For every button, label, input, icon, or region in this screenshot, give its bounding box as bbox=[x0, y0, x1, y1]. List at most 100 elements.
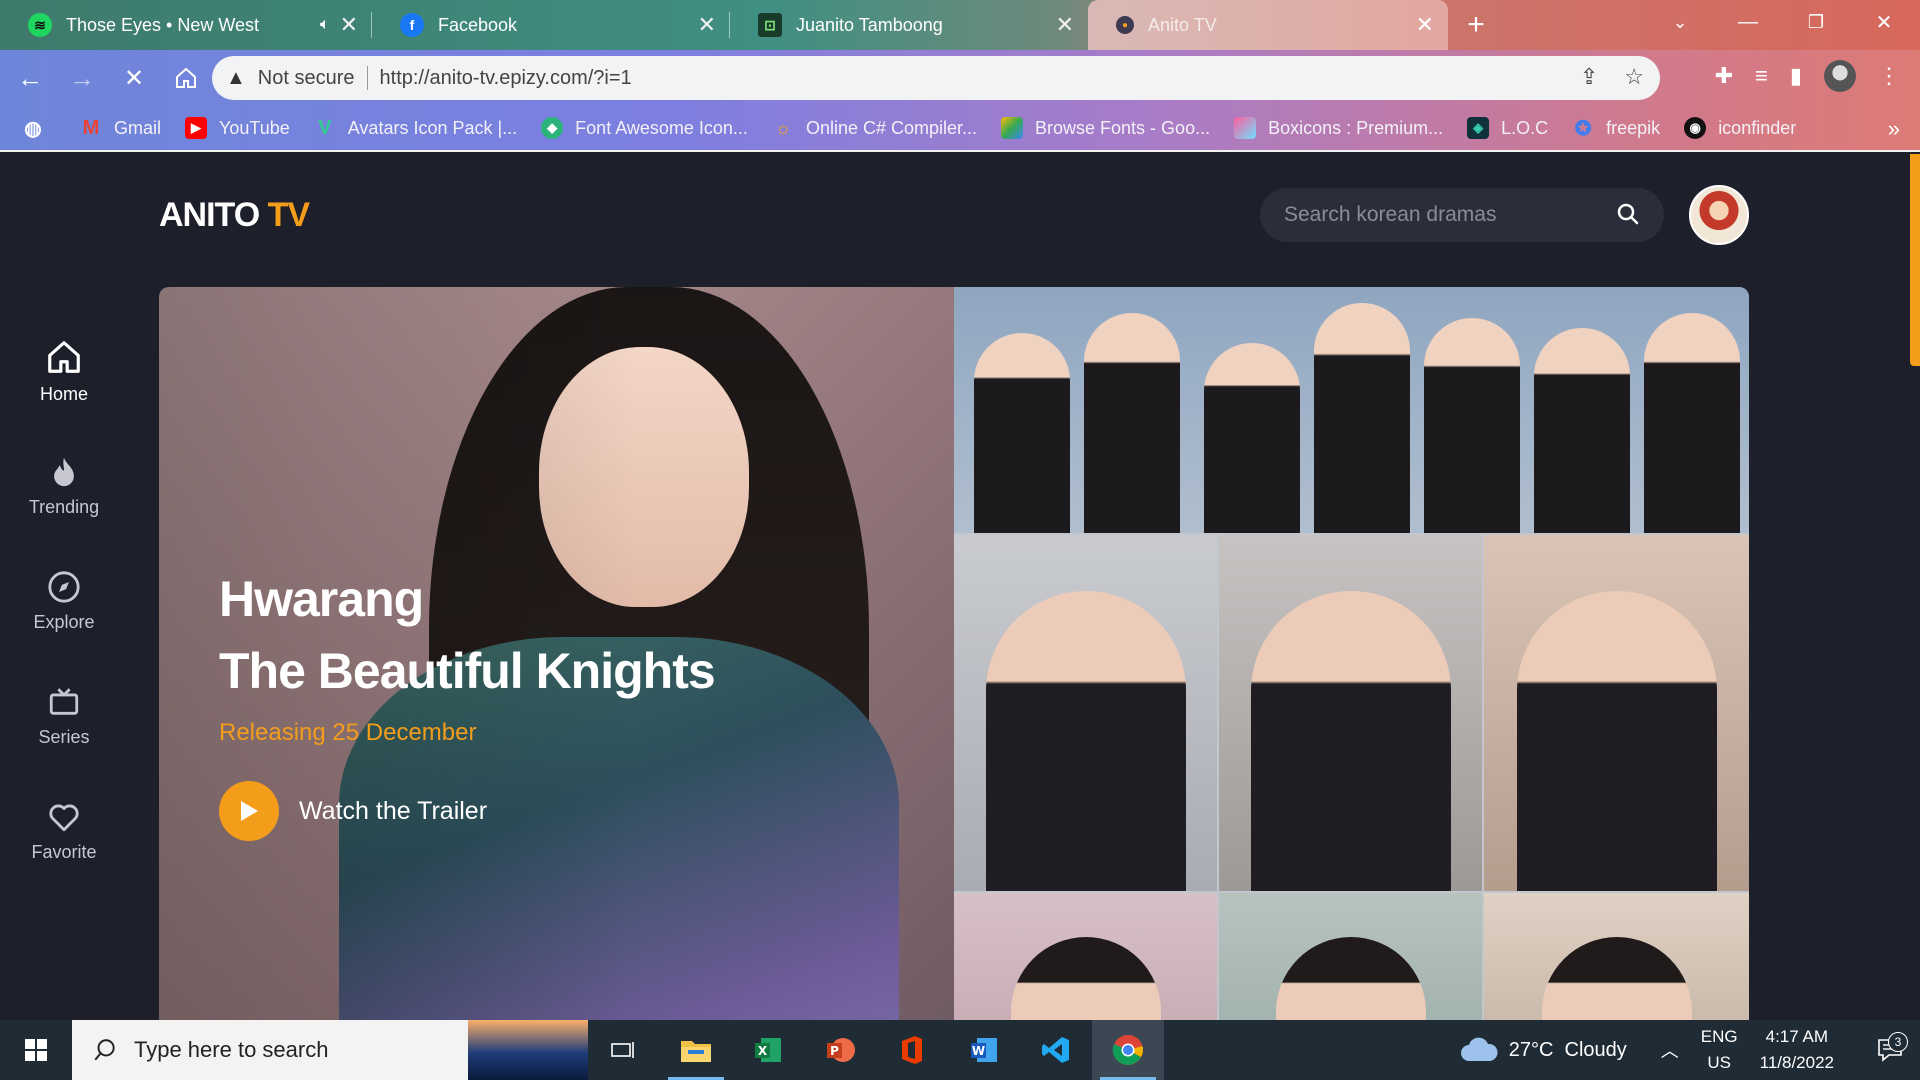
release-date: Releasing 25 December bbox=[219, 719, 477, 746]
address-bar[interactable]: ▲ Not secure http://anito-tv.epizy.com/?… bbox=[212, 56, 1660, 100]
start-button[interactable] bbox=[0, 1020, 72, 1080]
clock-time: 4:17 AM bbox=[1765, 1027, 1828, 1046]
youtube-icon: ▶ bbox=[185, 117, 208, 139]
clock[interactable]: 4:17 AM 11/8/2022 bbox=[1760, 1024, 1834, 1076]
search-icon[interactable] bbox=[1616, 202, 1640, 231]
file-explorer-icon[interactable] bbox=[660, 1020, 732, 1080]
fire-icon bbox=[54, 457, 74, 487]
bookmark-iconfinder[interactable]: ◉ iconfinder bbox=[1684, 117, 1796, 139]
globe-icon: ◍ bbox=[24, 117, 42, 140]
iconfinder-icon: ◉ bbox=[1684, 117, 1707, 139]
svg-text:P: P bbox=[830, 1044, 839, 1058]
play-icon[interactable] bbox=[219, 781, 279, 841]
bookmark-compiler[interactable]: ☼ Online C# Compiler... bbox=[772, 117, 977, 139]
scrollbar-thumb[interactable] bbox=[1910, 154, 1920, 366]
watch-trailer-button[interactable]: Watch the Trailer bbox=[219, 781, 487, 841]
bookmark-label: freepik bbox=[1606, 117, 1661, 138]
taskbar-search[interactable]: Type here to search bbox=[72, 1020, 588, 1080]
nav-series[interactable]: Series bbox=[0, 659, 128, 774]
stop-loading-icon[interactable]: ✕ bbox=[112, 56, 156, 100]
close-tab-icon[interactable]: ✕ bbox=[698, 12, 716, 38]
minimize-icon[interactable]: — bbox=[1714, 0, 1782, 44]
menu-kebab-icon[interactable]: ⋮ bbox=[1878, 63, 1900, 89]
search-icon bbox=[94, 1039, 115, 1061]
language-code: ENG bbox=[1700, 1027, 1738, 1046]
home-icon bbox=[48, 341, 80, 373]
bookmark-google-fonts[interactable]: Browse Fonts - Goo... bbox=[1001, 117, 1210, 139]
close-window-icon[interactable]: ✕ bbox=[1850, 0, 1918, 44]
nav-label: Series bbox=[38, 727, 90, 747]
tab-title: Juanito Tamboong bbox=[796, 14, 943, 35]
word-icon[interactable]: W bbox=[948, 1020, 1020, 1080]
bookmarks-bar: ◍ M Gmail ▶ YouTube V Avatars Icon Pack |..… bbox=[0, 106, 1920, 152]
url-text[interactable]: http://anito-tv.epizy.com/?i=1 bbox=[380, 67, 632, 90]
tab-search-icon[interactable]: ⌄ bbox=[1646, 0, 1714, 44]
powerpoint-icon[interactable]: P bbox=[804, 1020, 876, 1080]
share-icon[interactable]: ⇪ bbox=[1580, 64, 1598, 90]
browser-tab-strip: ≋ Those Eyes • New West 🔈︎ ✕ f Facebook … bbox=[0, 0, 1920, 50]
more-bookmarks-icon[interactable]: » bbox=[1888, 116, 1900, 142]
side-panel-icon[interactable]: ▮ bbox=[1790, 63, 1802, 89]
bookmark-label: iconfinder bbox=[1718, 117, 1797, 138]
page-scrollbar[interactable] bbox=[1910, 154, 1920, 1020]
tab-juanito[interactable]: ⊡ Juanito Tamboong ✕ bbox=[730, 0, 1088, 50]
bookmark-freepik[interactable]: ✪ freepik bbox=[1572, 117, 1661, 140]
close-tab-icon[interactable]: ✕ bbox=[1056, 12, 1074, 38]
bookmark-apps[interactable]: ◍ bbox=[22, 117, 56, 140]
nav-favorite[interactable]: Favorite bbox=[0, 774, 128, 889]
weather-widget[interactable]: 27°C Cloudy bbox=[1459, 1037, 1627, 1063]
media-control-icon[interactable]: ≡ bbox=[1755, 63, 1768, 89]
bookmark-fontawesome[interactable]: ◆ Font Awesome Icon... bbox=[541, 117, 748, 139]
chrome-icon[interactable] bbox=[1092, 1020, 1164, 1080]
nav-label: Home bbox=[39, 384, 88, 404]
chevron-up-icon[interactable]: ︿ bbox=[1661, 1037, 1679, 1063]
nav-home[interactable]: Home bbox=[0, 314, 128, 429]
extensions-puzzle-icon[interactable]: ✚ bbox=[1715, 63, 1733, 89]
tab-anito-tv[interactable]: ● Anito TV ✕ bbox=[1088, 0, 1448, 50]
tab-title: Anito TV bbox=[1148, 14, 1217, 35]
close-tab-icon[interactable]: ✕ bbox=[1416, 12, 1434, 38]
home-icon[interactable] bbox=[164, 56, 208, 100]
bookmark-avatars[interactable]: V Avatars Icon Pack |... bbox=[314, 117, 517, 139]
speaker-icon[interactable]: 🔈︎ bbox=[320, 16, 330, 34]
nav-label: Favorite bbox=[31, 842, 97, 862]
nav-label: Explore bbox=[33, 612, 95, 632]
security-label[interactable]: Not secure bbox=[258, 67, 355, 90]
bookmark-youtube[interactable]: ▶ YouTube bbox=[185, 117, 290, 139]
avatars-icon: V bbox=[318, 116, 332, 139]
close-tab-icon[interactable]: ✕ bbox=[340, 12, 358, 38]
compass-icon bbox=[48, 571, 80, 603]
task-view-icon[interactable] bbox=[588, 1020, 660, 1080]
fontawesome-icon: ◆ bbox=[541, 117, 564, 139]
nav-explore[interactable]: Explore bbox=[0, 544, 128, 659]
warning-icon[interactable]: ▲ bbox=[226, 67, 246, 90]
restore-icon[interactable]: ❐ bbox=[1782, 0, 1850, 44]
side-navigation: Home Trending Explore Series Favorite bbox=[0, 314, 128, 889]
user-avatar[interactable] bbox=[1689, 185, 1749, 245]
cast-collage-image bbox=[954, 287, 1749, 1020]
new-tab-button[interactable]: + bbox=[1448, 0, 1504, 50]
bookmark-boxicons[interactable]: Boxicons : Premium... bbox=[1234, 117, 1443, 139]
office-icon[interactable] bbox=[876, 1020, 948, 1080]
bookmark-label: Online C# Compiler... bbox=[805, 117, 978, 138]
bookmark-gmail[interactable]: M Gmail bbox=[80, 117, 161, 139]
nav-trending[interactable]: Trending bbox=[0, 429, 128, 544]
bookmark-loc[interactable]: ◈ L.O.C bbox=[1467, 117, 1548, 139]
search-input[interactable] bbox=[1284, 203, 1604, 227]
loc-icon: ◈ bbox=[1467, 117, 1490, 139]
forward-icon[interactable]: → bbox=[60, 56, 104, 100]
tab-facebook[interactable]: f Facebook ✕ bbox=[372, 0, 730, 50]
bookmark-star-icon[interactable]: ☆ bbox=[1624, 64, 1644, 90]
site-logo[interactable]: ANITO TV bbox=[159, 196, 310, 235]
profile-avatar[interactable] bbox=[1824, 60, 1856, 92]
excel-icon[interactable]: X bbox=[732, 1020, 804, 1080]
language-indicator[interactable]: ENG US bbox=[1701, 1024, 1738, 1076]
tab-spotify[interactable]: ≋ Those Eyes • New West 🔈︎ ✕ bbox=[0, 0, 372, 50]
tv-icon bbox=[49, 688, 79, 715]
hero-title-line2: The Beautiful Knights bbox=[219, 643, 716, 699]
system-tray: 27°C Cloudy ︿ ENG US 4:17 AM 11/8/2022 3 bbox=[1459, 1020, 1920, 1080]
vscode-icon[interactable] bbox=[1020, 1020, 1092, 1080]
notification-center-button[interactable]: 3 bbox=[1860, 1032, 1920, 1062]
boxicons-icon bbox=[1234, 117, 1257, 139]
back-icon[interactable]: ← bbox=[8, 56, 52, 100]
